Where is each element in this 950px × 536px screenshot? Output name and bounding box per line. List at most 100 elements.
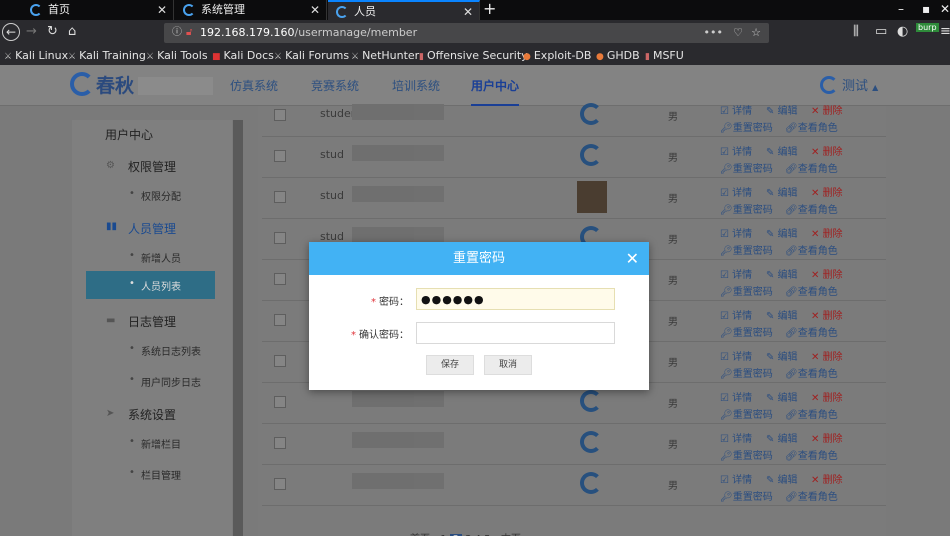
url-bar[interactable]: ⓘ 🔓︎ 192.168.179.160/usermanage/member •… <box>164 23 769 43</box>
user-menu[interactable]: 测试 ▲ <box>820 75 878 94</box>
back-icon[interactable]: ← <box>2 23 20 41</box>
view-roles-link[interactable]: 🔗︎查看角色 <box>785 242 838 257</box>
nav-training[interactable]: 培训系统 <box>392 77 440 94</box>
sidebar-item-column-manage[interactable]: 栏目管理 <box>129 467 181 482</box>
bookmark-kali-training[interactable]: ⚔ Kali Training <box>68 47 146 66</box>
reset-password-link[interactable]: 🔑︎重置密码 <box>720 406 773 421</box>
reset-password-link[interactable]: 🔑︎重置密码 <box>720 283 773 298</box>
info-icon[interactable]: ⓘ <box>172 23 182 43</box>
browser-tab-system[interactable]: 系统管理 ✕ <box>175 0 327 20</box>
pagination[interactable]: 首页 ‹ 1 2 3 4 5 › 末页 <box>410 530 521 536</box>
sidebar-item-permission-assign[interactable]: 权限分配 <box>129 188 181 203</box>
bookmark-kali-forums[interactable]: ⚔ Kali Forums <box>274 47 349 66</box>
view-roles-link[interactable]: 🔗︎查看角色 <box>785 324 838 339</box>
edit-link[interactable]: ✎ 编辑 <box>766 143 798 158</box>
sidebar-toggle-icon[interactable]: ▭ <box>875 24 887 39</box>
app-logo[interactable]: 春秋 <box>70 71 214 98</box>
detail-link[interactable]: ☑ 详情 <box>720 184 752 199</box>
delete-link[interactable]: ✕ 删除 <box>811 184 843 199</box>
delete-link[interactable]: ✕ 删除 <box>811 102 843 117</box>
bookmark-exploit-db[interactable]: ● Exploit-DB <box>523 47 591 66</box>
sidebar-item-add-member[interactable]: 新增人员 <box>129 250 181 265</box>
sidebar-section-logs[interactable]: 日志管理 <box>128 313 176 330</box>
reset-password-link[interactable]: 🔑︎重置密码 <box>720 242 773 257</box>
edit-link[interactable]: ✎ 编辑 <box>766 307 798 322</box>
sidebar-scrollbar[interactable] <box>233 120 243 536</box>
sidebar-item-member-list[interactable]: 人员列表 <box>86 271 215 299</box>
page-actions-icon[interactable]: ••• <box>704 23 723 43</box>
close-tab-icon[interactable]: ✕ <box>463 2 473 22</box>
bookmark-kali-docs[interactable]: ■ Kali Docs <box>212 47 274 66</box>
cancel-button[interactable]: 取消 <box>484 355 532 375</box>
bookmark-kali-tools[interactable]: ⚔ Kali Tools <box>146 47 208 66</box>
view-roles-link[interactable]: 🔗︎查看角色 <box>785 406 838 421</box>
edit-link[interactable]: ✎ 编辑 <box>766 348 798 363</box>
minimize-window-icon[interactable]: – <box>898 2 904 16</box>
maximize-window-icon[interactable]: ▪ <box>922 2 930 16</box>
row-checkbox[interactable] <box>274 396 286 408</box>
edit-link[interactable]: ✎ 编辑 <box>766 184 798 199</box>
bookmark-nethunter[interactable]: ⚔ NetHunter <box>351 47 419 66</box>
row-checkbox[interactable] <box>274 150 286 162</box>
close-tab-icon[interactable]: ✕ <box>157 0 167 20</box>
detail-link[interactable]: ☑ 详情 <box>720 266 752 281</box>
nav-simulation[interactable]: 仿真系统 <box>230 77 278 94</box>
sidebar-section-members[interactable]: 人员管理 <box>128 220 176 237</box>
sidebar-item-sync-log[interactable]: 用户同步日志 <box>129 374 201 389</box>
row-checkbox[interactable] <box>274 314 286 326</box>
detail-link[interactable]: ☑ 详情 <box>720 102 752 117</box>
row-checkbox[interactable] <box>274 109 286 121</box>
browser-tab-home[interactable]: 首页 ✕ <box>22 0 174 20</box>
detail-link[interactable]: ☑ 详情 <box>720 430 752 445</box>
detail-link[interactable]: ☑ 详情 <box>720 307 752 322</box>
nav-competition[interactable]: 竞赛系统 <box>311 77 359 94</box>
delete-link[interactable]: ✕ 删除 <box>811 266 843 281</box>
close-window-icon[interactable]: ✕ <box>940 2 950 16</box>
edit-link[interactable]: ✎ 编辑 <box>766 102 798 117</box>
extension-icon[interactable]: ◐ <box>897 24 908 39</box>
library-icon[interactable]: ⫼ <box>853 24 859 39</box>
close-tab-icon[interactable]: ✕ <box>310 0 320 20</box>
close-icon[interactable]: ✕ <box>626 242 639 275</box>
pocket-icon[interactable]: ♡ <box>733 23 743 43</box>
new-tab-button[interactable]: + <box>483 0 496 18</box>
reset-password-link[interactable]: 🔑︎重置密码 <box>720 324 773 339</box>
view-roles-link[interactable]: 🔗︎查看角色 <box>785 447 838 462</box>
detail-link[interactable]: ☑ 详情 <box>720 389 752 404</box>
detail-link[interactable]: ☑ 详情 <box>720 143 752 158</box>
view-roles-link[interactable]: 🔗︎查看角色 <box>785 365 838 380</box>
sidebar-item-add-column[interactable]: 新增栏目 <box>129 436 181 451</box>
view-roles-link[interactable]: 🔗︎查看角色 <box>785 201 838 216</box>
reset-password-link[interactable]: 🔑︎重置密码 <box>720 160 773 175</box>
row-checkbox[interactable] <box>274 355 286 367</box>
forward-icon[interactable]: → <box>26 24 37 39</box>
password-field[interactable] <box>416 288 615 310</box>
detail-link[interactable]: ☑ 详情 <box>720 348 752 363</box>
bookmark-msfu[interactable]: ▮ MSFU <box>645 47 684 66</box>
edit-link[interactable]: ✎ 编辑 <box>766 430 798 445</box>
detail-link[interactable]: ☑ 详情 <box>720 471 752 486</box>
view-roles-link[interactable]: 🔗︎查看角色 <box>785 283 838 298</box>
reset-password-link[interactable]: 🔑︎重置密码 <box>720 365 773 380</box>
detail-link[interactable]: ☑ 详情 <box>720 225 752 240</box>
delete-link[interactable]: ✕ 删除 <box>811 430 843 445</box>
bookmark-star-icon[interactable]: ☆ <box>751 23 761 43</box>
view-roles-link[interactable]: 🔗︎查看角色 <box>785 160 838 175</box>
delete-link[interactable]: ✕ 删除 <box>811 389 843 404</box>
reload-icon[interactable]: ↻ <box>47 24 58 39</box>
view-roles-link[interactable]: 🔗︎查看角色 <box>785 488 838 503</box>
delete-link[interactable]: ✕ 删除 <box>811 143 843 158</box>
bookmark-offensive-security[interactable]: ▮ Offensive Security <box>419 47 528 66</box>
delete-link[interactable]: ✕ 删除 <box>811 307 843 322</box>
burp-badge[interactable]: burp <box>916 23 939 32</box>
sidebar-section-permissions[interactable]: 权限管理 <box>128 158 176 175</box>
save-button[interactable]: 保存 <box>426 355 474 375</box>
home-icon[interactable]: ⌂ <box>68 24 76 39</box>
reset-password-link[interactable]: 🔑︎重置密码 <box>720 119 773 134</box>
bookmark-ghdb[interactable]: ● GHDB <box>596 47 640 66</box>
confirm-password-field[interactable] <box>416 322 615 344</box>
row-checkbox[interactable] <box>274 437 286 449</box>
delete-link[interactable]: ✕ 删除 <box>811 348 843 363</box>
edit-link[interactable]: ✎ 编辑 <box>766 266 798 281</box>
row-checkbox[interactable] <box>274 273 286 285</box>
